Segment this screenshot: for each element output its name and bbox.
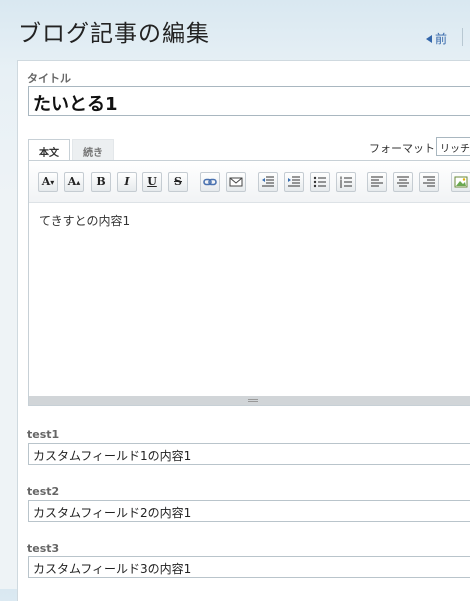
tab-body[interactable]: 本文 xyxy=(28,139,70,161)
indent-button[interactable] xyxy=(284,172,304,192)
prev-link-label: 前 xyxy=(435,32,448,46)
outdent-icon xyxy=(262,176,274,187)
prev-link[interactable]: 前 xyxy=(426,30,447,47)
font-size-decrease-icon: A▾ xyxy=(41,175,55,188)
indent-icon xyxy=(288,176,300,187)
numbered-list-button[interactable] xyxy=(336,172,356,192)
email-button[interactable] xyxy=(226,172,246,192)
custom-field-2-label: test2 xyxy=(27,485,60,498)
custom-field-2-input[interactable]: カスタムフィールド2の内容1 xyxy=(28,500,470,522)
format-label: フォーマット: xyxy=(369,142,439,155)
align-left-button[interactable] xyxy=(367,172,387,192)
underline-button[interactable]: U xyxy=(142,172,162,192)
align-left-icon xyxy=(371,176,383,187)
editor-tabs: 本文 続き xyxy=(28,139,114,161)
email-icon xyxy=(229,177,243,187)
chevron-left-icon xyxy=(426,34,432,43)
align-right-button[interactable] xyxy=(419,172,439,192)
bullet-list-button[interactable] xyxy=(310,172,330,192)
custom-field-3-label: test3 xyxy=(27,542,60,555)
resize-grip-icon xyxy=(248,399,258,402)
insert-image-icon xyxy=(454,176,468,188)
format-select[interactable]: リッチテ xyxy=(436,137,470,156)
strikethrough-button[interactable]: S xyxy=(168,172,188,192)
custom-field-3-input[interactable]: カスタムフィールド3の内容1 xyxy=(28,556,470,578)
header-separator xyxy=(462,28,463,46)
bold-button[interactable]: B xyxy=(91,172,111,192)
link-icon xyxy=(203,178,217,186)
outdent-button[interactable] xyxy=(258,172,278,192)
title-input[interactable]: たいとる1 xyxy=(28,86,470,116)
link-button[interactable] xyxy=(200,172,220,192)
page-title: ブログ記事の編集 xyxy=(18,21,210,47)
custom-field-1-input[interactable]: カスタムフィールド1の内容1 xyxy=(28,443,470,465)
editor-toolbar: A▾ A▴ B I U S xyxy=(29,161,470,203)
tab-more[interactable]: 続き xyxy=(72,139,114,161)
align-right-icon xyxy=(423,176,435,187)
rich-text-editor: A▾ A▴ B I U S てきすとの内容1 xyxy=(28,160,470,406)
align-center-button[interactable] xyxy=(393,172,413,192)
editor-resize-handle[interactable] xyxy=(29,396,470,405)
align-center-icon xyxy=(397,176,409,187)
insert-image-button[interactable] xyxy=(451,172,470,192)
numbered-list-icon xyxy=(340,176,352,188)
font-size-increase-button[interactable]: A▴ xyxy=(64,172,84,192)
strikethrough-icon: S xyxy=(174,175,182,188)
underline-icon: U xyxy=(147,175,157,188)
bullet-list-icon xyxy=(313,176,326,188)
bold-icon: B xyxy=(96,175,106,188)
italic-button[interactable]: I xyxy=(117,172,137,192)
italic-icon: I xyxy=(124,175,130,188)
font-size-increase-icon: A▴ xyxy=(67,175,81,188)
editor-content[interactable]: てきすとの内容1 xyxy=(39,212,130,229)
custom-field-1-label: test1 xyxy=(27,428,60,441)
title-label: タイトル xyxy=(27,72,71,85)
font-size-decrease-button[interactable]: A▾ xyxy=(38,172,58,192)
